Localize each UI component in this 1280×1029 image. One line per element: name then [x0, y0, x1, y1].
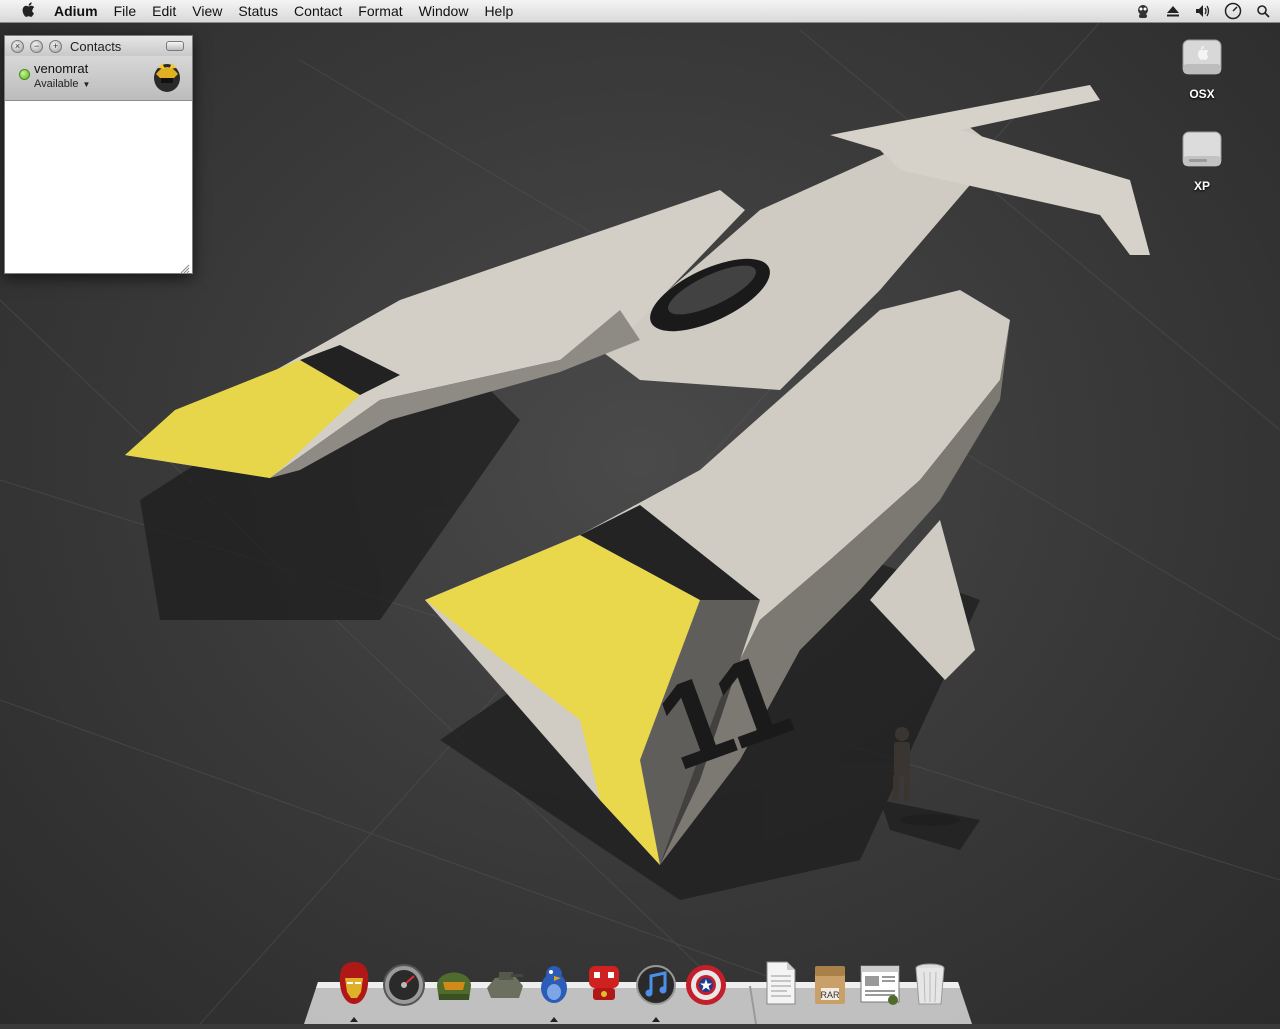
dock-itunes-icon[interactable] — [633, 958, 679, 1008]
dock-captain-america-shield-icon[interactable] — [683, 958, 729, 1008]
app-menu[interactable]: Adium — [42, 0, 106, 22]
avatar[interactable] — [152, 60, 182, 94]
hard-drive-icon — [1182, 131, 1222, 167]
resize-handle[interactable] — [180, 261, 190, 274]
menu-status[interactable]: Status — [230, 0, 286, 22]
dock-trash-icon[interactable] — [907, 958, 953, 1008]
chevron-down-icon: ▼ — [82, 80, 91, 89]
running-indicator — [550, 1017, 558, 1022]
menu-window[interactable]: Window — [411, 0, 477, 22]
dock-red-robot-icon[interactable] — [581, 958, 627, 1008]
apple-menu-icon[interactable] — [14, 2, 42, 20]
dock-master-chief-icon[interactable] — [431, 958, 477, 1008]
menu-view[interactable]: View — [184, 0, 230, 22]
volume-icon[interactable] — [1194, 2, 1212, 20]
zoom-button[interactable]: + — [49, 39, 62, 53]
toolbar-toggle-button[interactable] — [166, 41, 184, 51]
menu-format[interactable]: Format — [350, 0, 410, 22]
menu-edit[interactable]: Edit — [144, 0, 184, 22]
dock-text-document-icon[interactable] — [757, 958, 803, 1008]
account-name[interactable]: venomrat — [34, 61, 88, 76]
desktop-icon-xp[interactable]: XP — [1172, 128, 1232, 193]
dock-rar-archive-icon[interactable]: RAR — [807, 958, 853, 1008]
window-titlebar[interactable]: × − + Contacts — [5, 36, 192, 56]
contact-list[interactable] — [5, 101, 192, 273]
close-button[interactable]: × — [11, 39, 24, 53]
status-selector[interactable]: Available ▼ — [34, 78, 90, 90]
spotlight-icon[interactable] — [1254, 2, 1272, 20]
running-indicator — [652, 1017, 660, 1022]
hard-drive-icon — [1182, 39, 1222, 75]
desktop-icon-label: XP — [1193, 179, 1210, 193]
running-indicator — [350, 1017, 358, 1022]
dock-iron-man-icon[interactable] — [331, 958, 377, 1008]
clock-icon[interactable] — [1224, 2, 1242, 20]
dock-speedometer-icon[interactable] — [381, 958, 427, 1008]
menu-file[interactable]: File — [106, 0, 145, 22]
menu-help[interactable]: Help — [476, 0, 521, 22]
menu-bar: Adium File Edit View Status Contact Form… — [0, 0, 1280, 23]
adium-duck-icon[interactable] — [1134, 2, 1152, 20]
desktop-icon-label: OSX — [1189, 87, 1215, 101]
dock-document-viewer-icon[interactable] — [857, 958, 903, 1008]
user-status-bar: venomrat Available ▼ — [5, 56, 192, 101]
status-label: Available — [34, 78, 79, 90]
available-status-icon — [19, 69, 30, 80]
desktop-icon-osx[interactable]: OSX — [1172, 36, 1232, 101]
rar-label: RAR — [820, 990, 840, 1000]
eject-icon[interactable] — [1164, 2, 1182, 20]
menu-contact[interactable]: Contact — [286, 0, 350, 22]
contacts-window: × − + Contacts venomrat Available ▼ — [4, 35, 193, 274]
dock-blue-bird-icon[interactable] — [531, 958, 577, 1008]
dock-tank-icon[interactable] — [481, 958, 527, 1008]
window-title: Contacts — [70, 38, 122, 54]
minimize-button[interactable]: − — [30, 39, 43, 53]
menu-extras — [1134, 0, 1272, 22]
